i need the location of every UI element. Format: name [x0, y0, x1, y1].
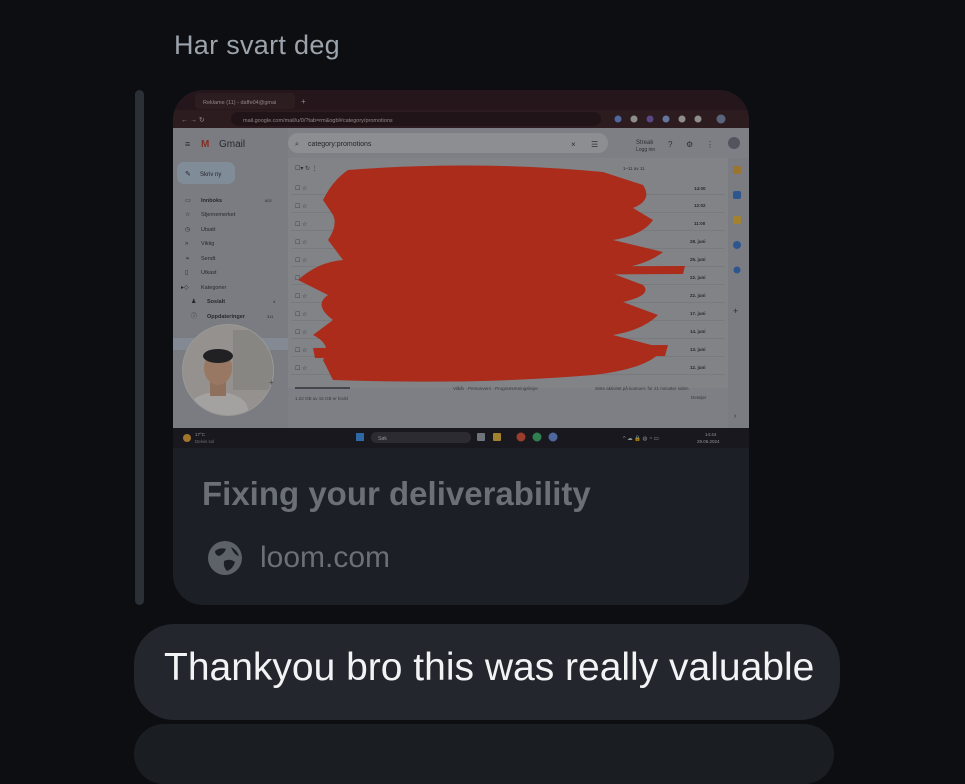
- reply-label: Har svart deg: [174, 30, 340, 60]
- reply-quote-bar: [135, 90, 144, 605]
- link-preview-title: Fixing your deliverability: [202, 475, 591, 512]
- link-preview-domain-row[interactable]: loom.com: [206, 538, 390, 578]
- globe-icon: [208, 541, 242, 575]
- link-preview-domain: loom.com: [260, 541, 391, 574]
- link-preview-card[interactable]: Reklame (11) - daffe04@gmai + mail.googl…: [173, 90, 749, 605]
- next-message-bubble: [134, 724, 834, 784]
- link-preview-thumbnail: Reklame (11) - daffe04@gmai + mail.googl…: [173, 90, 749, 448]
- message-bubble[interactable]: Thankyou bro this was really valuable: [134, 624, 840, 720]
- message-text: Thankyou bro this was really valuable: [164, 646, 815, 689]
